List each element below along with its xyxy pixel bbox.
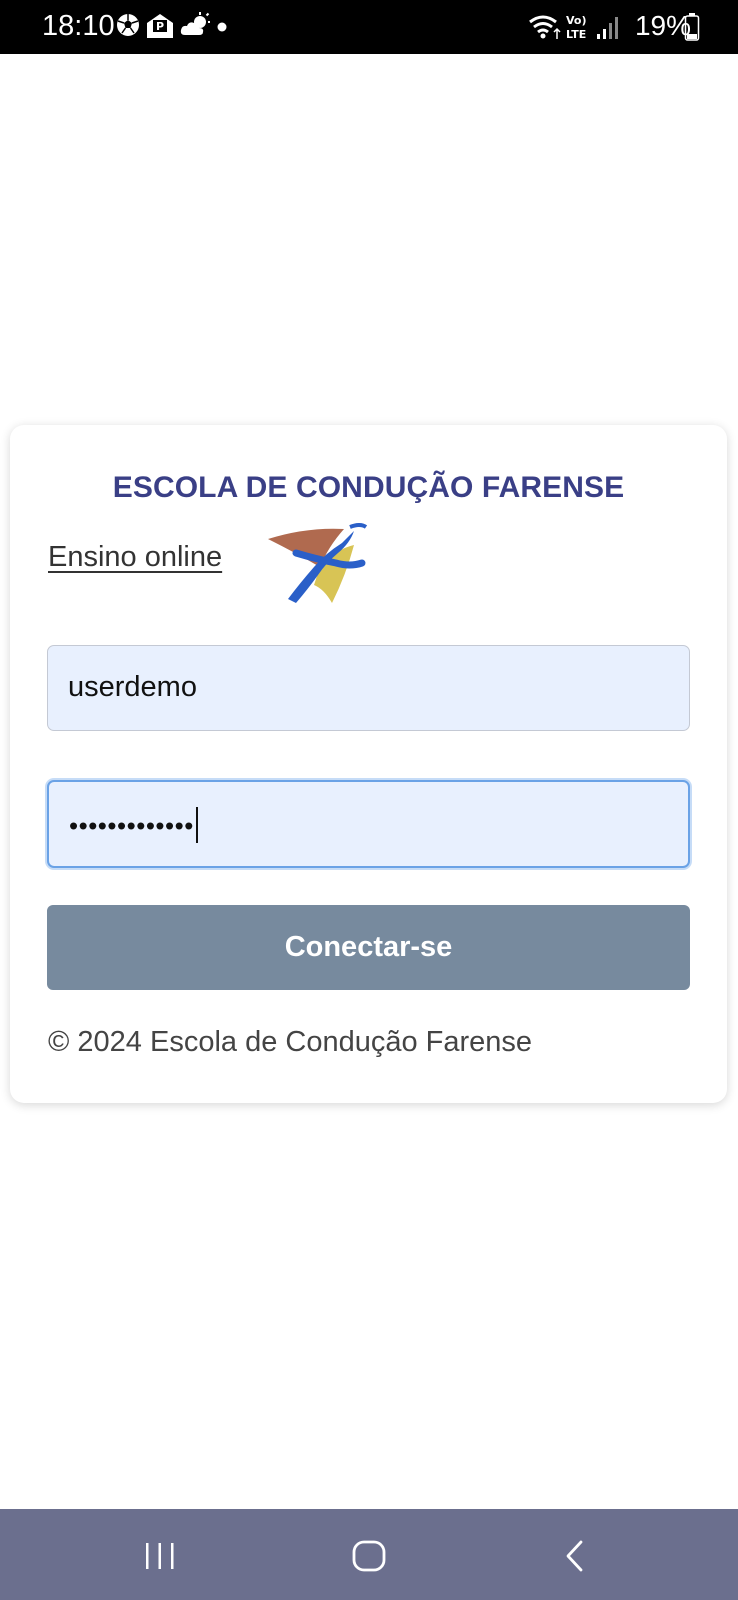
status-time: 18:10: [42, 10, 115, 42]
battery-icon: [684, 13, 700, 41]
school-title: ESCOLA DE CONDUÇÃO FARENSE: [112, 471, 625, 504]
connect-button[interactable]: Conectar-se: [47, 905, 690, 990]
signal-bars-icon: [597, 17, 618, 39]
volte-lte-icon: Vo) LTE: [566, 14, 587, 41]
online-teaching-link[interactable]: Ensino online: [48, 541, 222, 574]
svg-text:P: P: [156, 20, 164, 33]
svg-text:Vo): Vo): [566, 14, 587, 27]
copyright-text: © 2024 Escola de Condução Farense: [48, 1026, 533, 1058]
password-field[interactable]: •••••••••••••: [47, 780, 690, 868]
battery-percent: 19%: [634, 10, 691, 41]
password-mask: •••••••••••••: [69, 810, 194, 841]
login-card: ESCOLA DE CONDUÇÃO FARENSE Ensino online…: [10, 425, 727, 1103]
mail-p-icon: P: [147, 14, 173, 38]
school-logo: [268, 523, 368, 603]
username-value: userdemo: [68, 671, 197, 703]
weather-cloud-sun-icon: [180, 12, 210, 35]
system-nav-bar: [0, 1509, 738, 1600]
text-caret: [195, 807, 198, 844]
notification-dot-icon: [217, 22, 227, 32]
home-icon[interactable]: [351, 1539, 387, 1573]
back-icon[interactable]: [563, 1539, 587, 1573]
soccer-ball-icon: [117, 14, 139, 36]
wifi-icon: [529, 15, 561, 39]
status-bar: 18:10 P Vo) LTE 19%: [0, 0, 738, 54]
svg-text:LTE: LTE: [566, 28, 586, 41]
recent-apps-icon[interactable]: [144, 1541, 176, 1571]
username-field[interactable]: userdemo: [47, 645, 690, 731]
